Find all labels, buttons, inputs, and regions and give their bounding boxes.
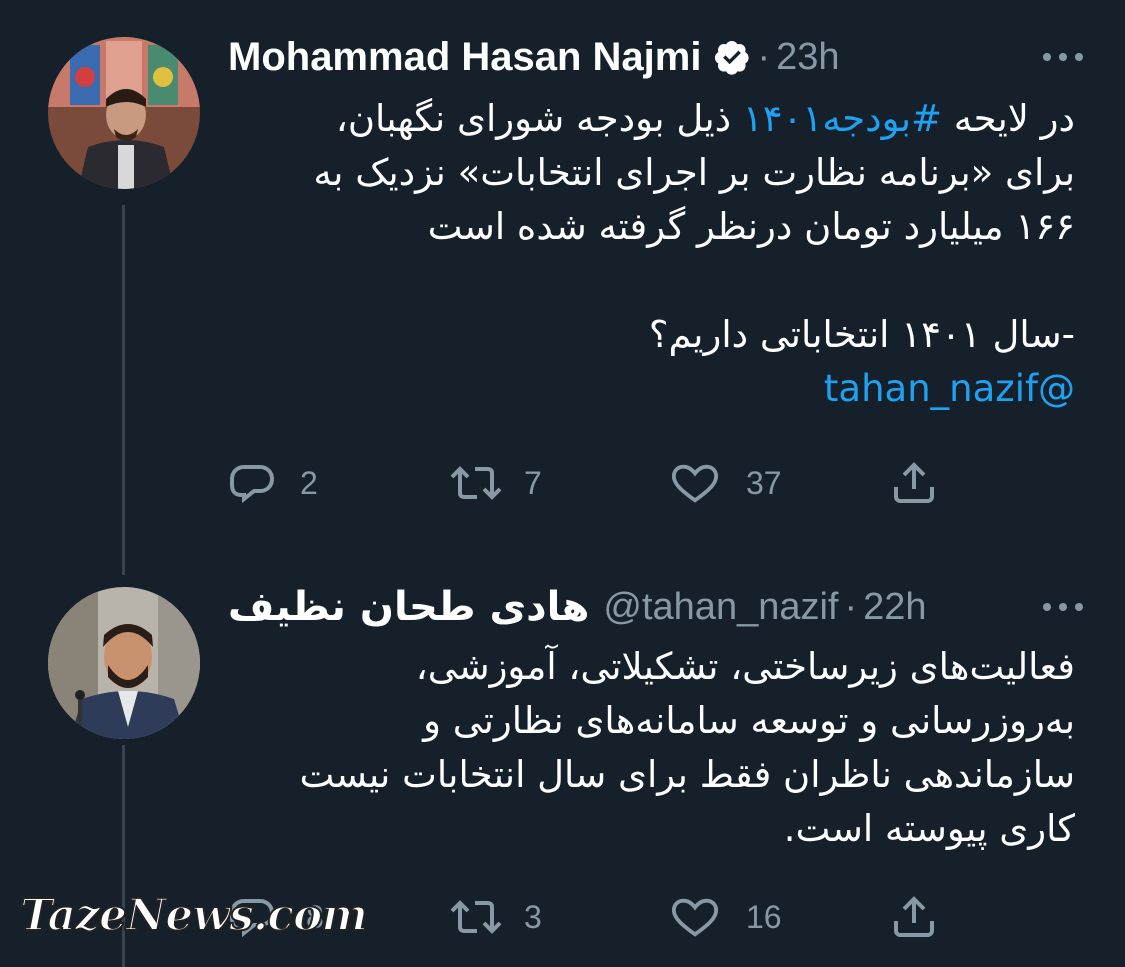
more-icon[interactable] <box>1041 582 1085 632</box>
share-button[interactable] <box>890 458 938 508</box>
verified-badge-icon <box>713 38 751 76</box>
reply-count: 2 <box>300 464 318 501</box>
retweet-button[interactable]: 3 <box>448 892 542 942</box>
text-line: کاری پیوسته است. <box>783 807 1075 850</box>
like-icon <box>670 461 720 505</box>
tweet[interactable]: Mohammad Hasan Najmi · 23h در لایحه #بود… <box>0 0 1125 560</box>
like-icon <box>670 895 720 939</box>
text-line: سازماندهی ناظران فقط برای سال انتخابات ن… <box>299 753 1075 796</box>
display-name[interactable]: Mohammad Hasan Najmi <box>228 35 701 80</box>
timestamp[interactable]: 23h <box>776 36 839 79</box>
retweet-icon <box>448 461 504 505</box>
text-line: برای «برنامه نظارت بر اجرای انتخابات» نز… <box>313 151 1075 194</box>
text-line: به‌روزرسانی و توسعه سامانه‌های نظارتی و <box>423 699 1075 742</box>
hashtag-link[interactable]: #بودجه۱۴۰۱ <box>743 97 942 140</box>
user-handle[interactable]: @tahan_nazif <box>603 586 838 629</box>
share-button[interactable] <box>890 892 938 942</box>
separator: · <box>844 585 858 628</box>
share-icon <box>890 893 938 941</box>
avatar[interactable] <box>48 37 200 189</box>
tweet-text: فعالیت‌های زیرساختی، تشکیلاتی، آموزشی، ب… <box>228 640 1075 856</box>
retweet-button[interactable]: 7 <box>448 458 542 508</box>
display-name[interactable]: هادی طحان نظیف <box>228 584 589 630</box>
text-line: فعالیت‌های زیرساختی، تشکیلاتی، آموزشی، <box>415 645 1075 688</box>
tweet-header: هادی طحان نظیف @tahan_nazif · 22h <box>228 582 1085 632</box>
text-segment: ذیل بودجه شورای نگهبان، <box>335 97 743 140</box>
share-icon <box>890 459 938 507</box>
tweet-text: در لایحه #بودجه۱۴۰۱ ذیل بودجه شورای نگهب… <box>228 92 1075 416</box>
reply-icon <box>228 461 276 505</box>
tweet-header: Mohammad Hasan Najmi · 23h <box>228 32 1085 82</box>
more-icon[interactable] <box>1041 32 1085 82</box>
retweet-icon <box>448 895 504 939</box>
like-count: 37 <box>746 464 782 501</box>
text-line: ۱۶۶ میلیارد تومان درنظر گرفته شده است <box>427 205 1075 248</box>
retweet-count: 3 <box>524 898 542 935</box>
avatar[interactable] <box>48 587 200 739</box>
like-button[interactable]: 37 <box>670 458 782 508</box>
timestamp[interactable]: 22h <box>863 586 926 629</box>
like-count: 16 <box>746 898 782 935</box>
mention-link[interactable]: @tahan_nazif <box>824 367 1075 410</box>
action-bar: 2 7 37 <box>228 458 948 508</box>
text-line: -سال ۱۴۰۱ انتخاباتی داریم؟ <box>648 313 1075 356</box>
text-line: در لایحه #بودجه۱۴۰۱ ذیل بودجه شورای نگهب… <box>228 92 1075 146</box>
text-segment: در لایحه <box>942 97 1075 140</box>
watermark-logo: TazeNews.com <box>19 889 369 942</box>
retweet-count: 7 <box>524 464 542 501</box>
like-button[interactable]: 16 <box>670 892 782 942</box>
reply-button[interactable]: 2 <box>228 458 318 508</box>
separator: · <box>757 35 771 78</box>
